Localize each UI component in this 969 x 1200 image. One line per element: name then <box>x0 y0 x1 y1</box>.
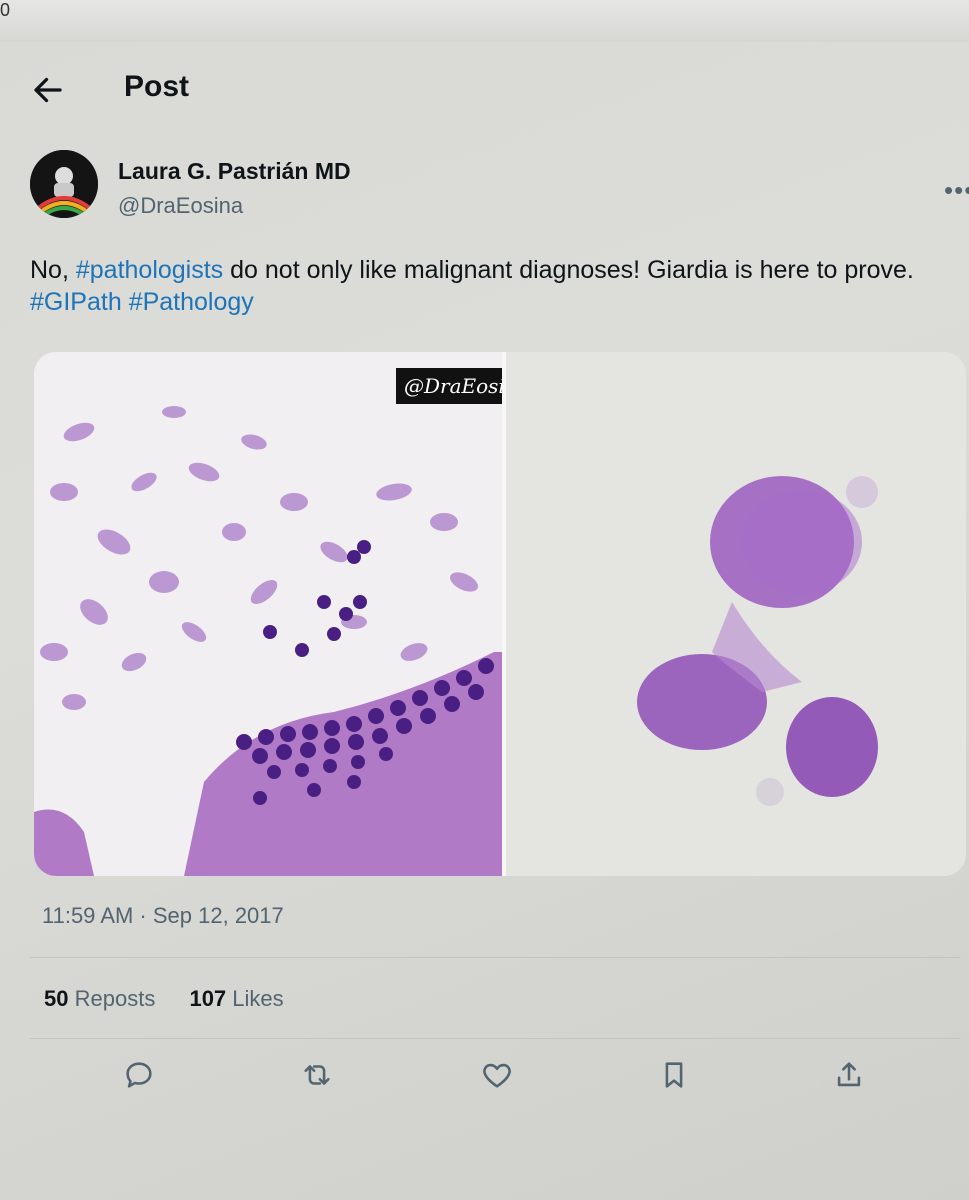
more-icon: ••• <box>944 175 969 205</box>
action-bar <box>0 1050 969 1100</box>
reposts-label: Reposts <box>74 986 156 1011</box>
post-timestamp[interactable]: 11:59 AM · Sep 12, 2017 <box>42 903 284 929</box>
reposts-stat[interactable]: 50 Reposts <box>44 986 155 1011</box>
more-button[interactable]: ••• <box>944 175 969 206</box>
reposts-count: 50 <box>44 986 69 1011</box>
share-icon <box>837 1062 861 1087</box>
bookmark-icon <box>665 1062 683 1088</box>
like-button[interactable] <box>480 1058 514 1092</box>
likes-count: 107 <box>189 986 227 1011</box>
likes-stat[interactable]: 107 Likes <box>189 986 283 1011</box>
histology-image-left[interactable]: @DraEosina <box>34 352 502 876</box>
text-segment <box>122 288 129 316</box>
divider <box>30 1038 960 1039</box>
image-watermark: @DraEosina <box>396 368 502 404</box>
arrow-left-icon <box>34 77 62 103</box>
repost-button[interactable] <box>300 1058 334 1092</box>
divider <box>30 957 960 958</box>
screen-bezel: 0 <box>0 0 969 42</box>
bezel-fragment: 0 <box>0 0 11 20</box>
hashtag-link[interactable]: #Pathology <box>129 288 254 316</box>
bookmark-button[interactable] <box>657 1058 691 1092</box>
giardia-illustration <box>502 352 966 876</box>
back-button[interactable] <box>30 72 66 108</box>
post-media[interactable]: @DraEosina <box>34 352 966 876</box>
author-handle[interactable]: @DraEosina <box>118 193 243 219</box>
histology-illustration <box>34 352 502 876</box>
page-title: Post <box>124 70 190 103</box>
share-button[interactable] <box>832 1058 866 1092</box>
hashtag-link[interactable]: #GIPath <box>30 288 122 316</box>
post-text: No, #pathologists do not only like malig… <box>30 254 950 318</box>
likes-label: Likes <box>232 986 284 1011</box>
hashtag-link[interactable]: #pathologists <box>76 256 223 284</box>
avatar-image <box>30 150 98 218</box>
text-segment: do not only like malignant diagnoses! Gi… <box>223 256 914 284</box>
reply-icon <box>126 1062 152 1088</box>
avatar[interactable] <box>30 150 98 218</box>
repost-icon <box>304 1065 330 1085</box>
heart-icon <box>483 1063 511 1088</box>
author-name[interactable]: Laura G. Pastrián MD <box>118 158 351 185</box>
reply-button[interactable] <box>122 1058 156 1092</box>
text-segment: No, <box>30 256 76 284</box>
engagement-stats: 50 Reposts 107 Likes <box>44 986 312 1012</box>
histology-image-right[interactable] <box>502 352 966 876</box>
post-header: Post <box>0 42 969 132</box>
